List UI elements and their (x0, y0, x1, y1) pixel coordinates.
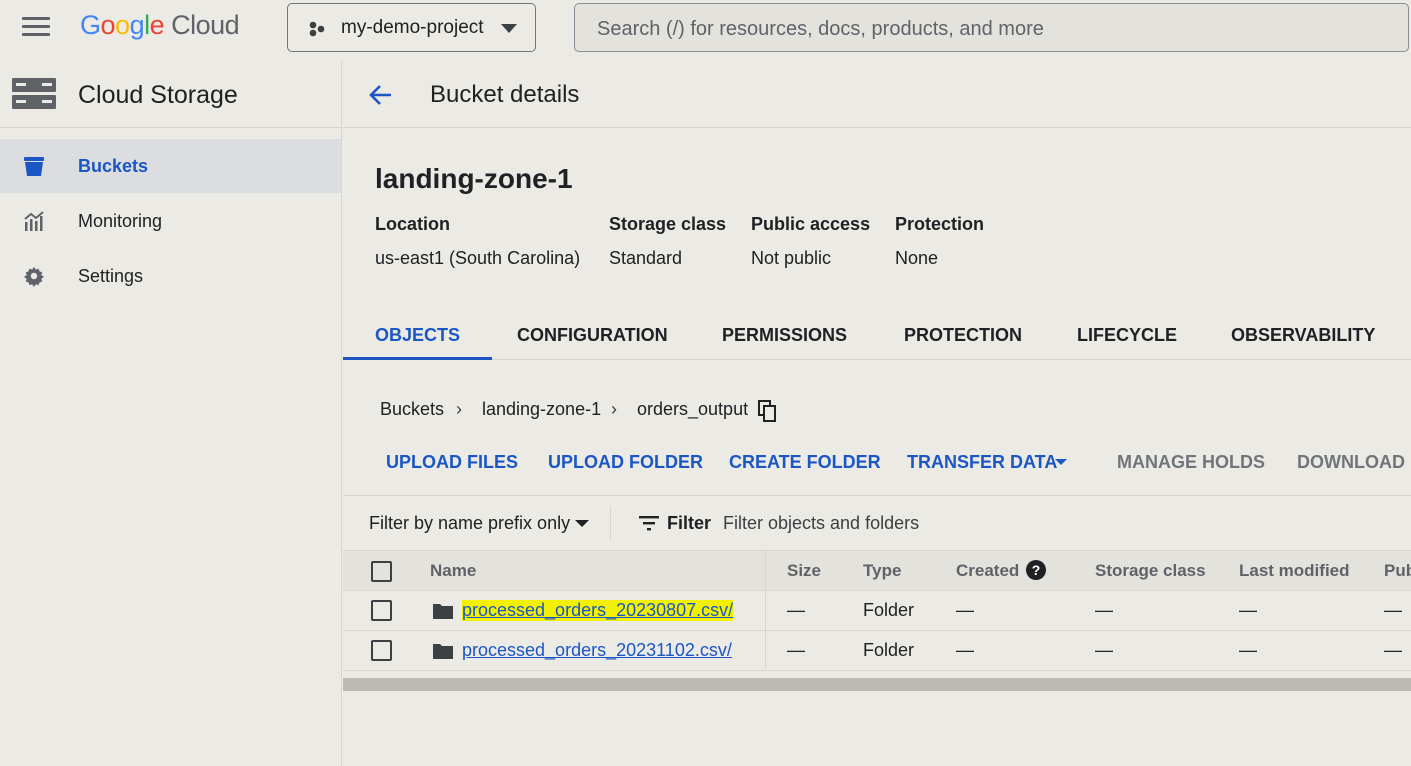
cell-type: Folder (863, 640, 915, 660)
column-header-size[interactable]: Size (787, 561, 821, 581)
column-header-last-modified[interactable]: Last modified (1239, 561, 1350, 581)
row-checkbox[interactable] (371, 600, 392, 621)
chevron-down-icon (501, 24, 517, 33)
tab-objects[interactable]: OBJECTS (342, 310, 493, 360)
filter-icon[interactable] (639, 515, 659, 531)
back-arrow-icon[interactable] (367, 81, 395, 109)
create-folder-button[interactable]: CREATE FOLDER (729, 452, 881, 473)
cell-type: Folder (863, 600, 915, 620)
chevron-right-icon: › (456, 399, 462, 419)
meta-key: Storage class (609, 214, 727, 234)
upload-folder-button[interactable]: UPLOAD FOLDER (548, 452, 703, 473)
meta-value: None (895, 248, 939, 268)
horizontal-scrollbar[interactable] (343, 678, 1411, 691)
bucket-icon (24, 157, 44, 176)
tab-protection[interactable]: PROTECTION (904, 310, 1022, 359)
prefix-filter-select[interactable]: Filter by name prefix only (369, 513, 570, 534)
logo-google: Google (80, 10, 165, 40)
filter-input[interactable] (723, 508, 1123, 538)
sidebar: Cloud Storage Buckets Monitoring Setting… (0, 61, 342, 766)
folder-icon (433, 644, 453, 659)
meta-location: Location us-east1 (South Carolina) (375, 214, 580, 269)
transfer-data-button[interactable]: TRANSFER DATA (907, 452, 1057, 473)
breadcrumb-buckets[interactable]: Buckets (380, 399, 444, 420)
meta-value: Standard (609, 248, 683, 268)
chevron-down-icon[interactable] (575, 520, 589, 527)
cell-storage-class: — (1095, 600, 1113, 620)
tab-configuration[interactable]: CONFIGURATION (517, 310, 668, 359)
meta-public-access: Public access Not public (751, 214, 870, 269)
help-icon[interactable]: ? (1026, 560, 1046, 580)
cell-size: — (787, 600, 805, 620)
column-header-storage-class[interactable]: Storage class (1095, 561, 1206, 581)
project-icon (309, 21, 325, 37)
chevron-right-icon: › (611, 399, 617, 419)
column-header-public[interactable]: Pub (1384, 561, 1411, 581)
tab-lifecycle[interactable]: LIFECYCLE (1077, 310, 1177, 359)
meta-key: Protection (895, 214, 985, 234)
meta-key: Location (375, 214, 450, 234)
table-row[interactable]: processed_orders_20231102.csv/ — Folder … (343, 631, 1411, 671)
project-picker[interactable]: my-demo-project (287, 3, 536, 52)
breadcrumb-current-folder: orders_output (637, 399, 749, 419)
page-header: Bucket details (343, 61, 1411, 128)
sidebar-item-buckets[interactable]: Buckets (0, 139, 341, 193)
meta-protection: Protection None (895, 214, 984, 269)
tab-bar: OBJECTS CONFIGURATION PERMISSIONS PROTEC… (342, 310, 1411, 360)
table-row[interactable]: processed_orders_20230807.csv/ — Folder … (343, 591, 1411, 631)
meta-value: Not public (751, 248, 832, 268)
cell-last-modified: — (1239, 600, 1257, 620)
sidebar-item-monitoring[interactable]: Monitoring (0, 194, 341, 248)
chevron-down-icon[interactable] (1055, 459, 1067, 465)
cell-last-modified: — (1239, 640, 1257, 660)
divider (610, 506, 611, 540)
logo-cloud: Cloud (171, 10, 240, 40)
filter-label[interactable]: Filter (667, 513, 711, 534)
sidebar-title: Cloud Storage (78, 81, 238, 109)
monitoring-icon (24, 211, 44, 231)
column-header-name[interactable]: Name (430, 561, 476, 581)
cell-created: — (956, 640, 974, 660)
menu-icon[interactable] (22, 17, 50, 39)
project-name: my-demo-project (341, 17, 484, 38)
meta-value: us-east1 (South Carolina) (375, 248, 581, 268)
manage-holds-button[interactable]: MANAGE HOLDS (1117, 452, 1265, 473)
object-name-link[interactable]: processed_orders_20231102.csv/ (462, 640, 732, 661)
tab-observability[interactable]: OBSERVABILITY (1231, 310, 1375, 359)
cell-created: — (956, 600, 974, 620)
upload-files-button[interactable]: UPLOAD FILES (386, 452, 518, 473)
cell-size: — (787, 640, 805, 660)
sidebar-item-label: Buckets (78, 156, 149, 176)
select-all-checkbox[interactable] (371, 561, 392, 582)
folder-icon (433, 604, 453, 619)
cell-public: — (1384, 600, 1402, 620)
filter-bar: Filter by name prefix only Filter (343, 495, 1411, 551)
meta-key: Public access (751, 214, 871, 234)
cell-public: — (1384, 640, 1402, 660)
page-title: Bucket details (430, 81, 580, 108)
object-name-link[interactable]: processed_orders_20230807.csv/ (462, 600, 734, 621)
download-button[interactable]: DOWNLOAD (1297, 452, 1405, 473)
meta-storage-class: Storage class Standard (609, 214, 726, 269)
column-header-type[interactable]: Type (863, 561, 901, 581)
bucket-name: landing-zone-1 (375, 163, 573, 194)
cloud-storage-icon (12, 78, 56, 109)
top-bar: Google Cloud my-demo-project (0, 0, 1411, 56)
breadcrumb-bucket[interactable]: landing-zone-1 (482, 399, 601, 420)
gear-icon (23, 266, 45, 287)
copy-icon[interactable] (758, 400, 776, 422)
google-cloud-logo[interactable]: Google Cloud (80, 10, 240, 41)
sidebar-item-label: Monitoring (78, 211, 163, 231)
column-header-created[interactable]: Created (956, 561, 1019, 581)
cell-storage-class: — (1095, 640, 1113, 660)
row-checkbox[interactable] (371, 640, 392, 661)
sidebar-item-settings[interactable]: Settings (0, 249, 341, 303)
search-input[interactable] (597, 16, 1377, 42)
search-bar[interactable] (574, 3, 1409, 52)
sidebar-header: Cloud Storage (0, 61, 341, 128)
sidebar-item-label: Settings (78, 266, 144, 286)
table-header: Name Size Type Created ? Storage class L… (343, 551, 1411, 591)
tab-permissions[interactable]: PERMISSIONS (722, 310, 847, 359)
